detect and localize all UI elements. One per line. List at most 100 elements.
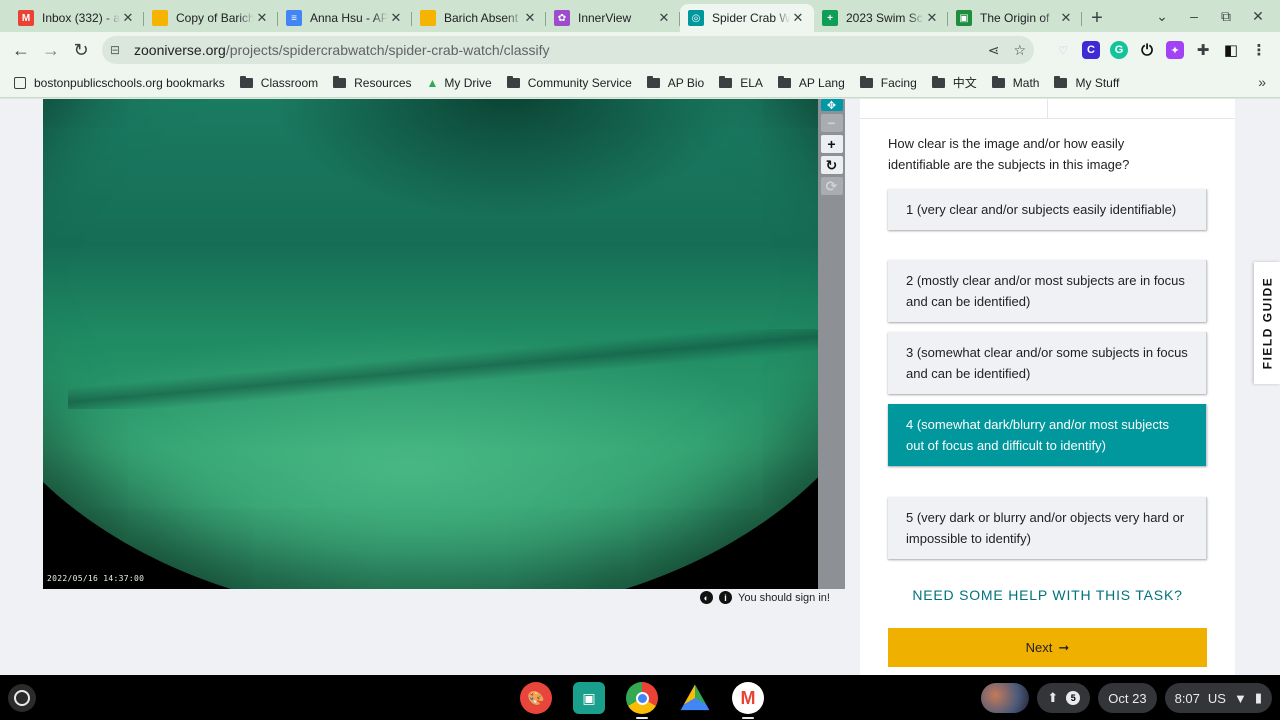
close-tab-icon[interactable]: ✕ [924, 10, 940, 26]
bookmark-item[interactable]: Classroom [239, 75, 318, 90]
help-link[interactable]: NEED SOME HELP WITH THIS TASK? [888, 587, 1207, 603]
contrast-icon[interactable]: ◐ [700, 591, 713, 604]
back-icon[interactable]: ← [6, 35, 36, 65]
browser-tab[interactable]: Barich Absent ✕ [412, 4, 546, 32]
sheets-icon: + [822, 10, 838, 26]
field-guide-tab[interactable]: FIELD GUIDE [1254, 262, 1280, 384]
bookmark-item[interactable]: Facing [859, 75, 917, 90]
folder-icon [991, 75, 1005, 88]
info-icon[interactable]: i [719, 591, 732, 604]
zooniverse-icon: ◎ [688, 10, 704, 26]
reload-icon[interactable]: ↻ [66, 35, 96, 65]
wifi-icon: ▼ [1233, 690, 1247, 706]
bookmark-item[interactable]: 中文 [931, 74, 977, 91]
browser-tab[interactable]: ◎ Spider Crab W ✕ [680, 4, 814, 32]
bookmark-item[interactable]: AP Lang [777, 75, 845, 90]
bookmark-label: AP Bio [667, 75, 705, 90]
answer-option[interactable]: 3 (somewhat clear and/or some subjects i… [888, 332, 1207, 394]
grammarly-icon[interactable]: G [1110, 41, 1128, 59]
chromeos-shelf: 🎨 ▣ M ⬆ 5 Oct 23 8:07 US ▼ ▮ [0, 675, 1280, 720]
close-tab-icon[interactable]: ✕ [1058, 10, 1074, 26]
address-bar[interactable]: ⊟ zooniverse.org/projects/spidercrabwatc… [102, 36, 1034, 64]
date-pill[interactable]: Oct 23 [1098, 683, 1157, 713]
side-panel-icon[interactable]: ◧ [1222, 41, 1240, 59]
browser-tab[interactable]: +2023 Swim Sc ✕ [814, 4, 948, 32]
bookmark-item[interactable]: My Stuff [1054, 75, 1119, 90]
url-path: /projects/spidercrabwatch/spider-crab-wa… [225, 42, 550, 58]
power-icon[interactable]: ⏻ [1138, 41, 1156, 59]
underwater-photo[interactable]: 2022/05/16 14:37:00 [43, 99, 818, 589]
time-text: 8:07 [1174, 690, 1200, 706]
close-tab-icon[interactable]: ✕ [790, 10, 806, 26]
tab-title: Copy of Barich [176, 11, 254, 25]
folder-icon [777, 75, 791, 88]
bookmark-item[interactable]: Community Service [506, 75, 632, 90]
bookmark-item[interactable]: Resources [333, 75, 412, 90]
browser-tab[interactable]: Copy of Barich ✕ [144, 4, 278, 32]
puzzle-extension-icon[interactable]: ✦ [1166, 41, 1184, 59]
tab-search-icon[interactable]: ⌄ [1148, 8, 1176, 25]
more-bookmarks-icon[interactable]: » [1258, 74, 1266, 90]
browser-tab[interactable]: ✿ InnerView ✕ [546, 4, 680, 32]
minimize-icon[interactable]: – [1180, 8, 1208, 24]
task-panel: How clear is the image and/or how easily… [860, 99, 1235, 675]
close-window-icon[interactable]: ✕ [1244, 8, 1272, 25]
zoom-in-icon[interactable]: + [820, 135, 843, 153]
restore-icon[interactable]: ⧉ [1212, 8, 1240, 25]
field-guide-label: FIELD GUIDE [1260, 276, 1275, 370]
answer-option[interactable]: 2 (mostly clear and/or most subjects are… [888, 260, 1207, 322]
close-tab-icon[interactable]: ✕ [388, 10, 404, 26]
browser-tab[interactable]: ≡ Anna Hsu - AP ✕ [278, 4, 412, 32]
folder-icon [506, 75, 520, 88]
bookmark-item[interactable]: ELA [719, 75, 763, 90]
classroom-app-icon[interactable]: ▣ [573, 682, 605, 714]
answer-option[interactable]: 4 (somewhat dark/blurry and/or most subj… [888, 404, 1207, 466]
canvas-app-icon[interactable]: 🎨 [520, 682, 552, 714]
sign-in-notice: You should sign in! [738, 591, 830, 604]
next-button[interactable]: Next ➞ [888, 628, 1207, 667]
image-toolbar: ✥ − + ↻ ⟳ [818, 99, 845, 589]
bookmark-label: My Drive [444, 75, 492, 90]
notification-pill[interactable]: ⬆ 5 [1037, 683, 1091, 713]
heart-extension-icon[interactable]: ♡ [1054, 41, 1072, 59]
browser-tab[interactable]: ▣ The Origin of ✕ [948, 4, 1082, 32]
bookmark-item[interactable]: bostonpublicschools.org bookmarks [14, 76, 225, 90]
seafloor-ridge [68, 329, 818, 409]
c-extension-icon[interactable]: C [1082, 41, 1100, 59]
close-tab-icon[interactable]: ✕ [254, 10, 270, 26]
user-avatar[interactable] [981, 683, 1030, 713]
bookmark-label: Resources [354, 75, 412, 90]
close-tab-icon[interactable]: ✕ [522, 10, 538, 26]
new-tab-button[interactable]: + [1082, 4, 1112, 32]
forward-icon[interactable]: → [36, 35, 66, 65]
bookmark-star-icon[interactable]: ☆ [1013, 42, 1026, 59]
close-tab-icon[interactable]: ✕ [120, 10, 136, 26]
bookmarks-bar: bostonpublicschools.org bookmarks Classro… [0, 68, 1280, 98]
photo-timestamp: 2022/05/16 14:37:00 [47, 574, 145, 583]
close-tab-icon[interactable]: ✕ [656, 10, 672, 26]
upload-icon: ⬆ [1047, 690, 1059, 705]
gmail-app-icon[interactable]: M [732, 682, 764, 719]
zoom-out-icon[interactable]: − [820, 114, 843, 132]
launcher-icon[interactable] [8, 684, 36, 712]
browser-tab[interactable]: M Inbox (332) - a ✕ [10, 4, 144, 32]
extensions-icon[interactable]: ✚ [1194, 41, 1212, 59]
bookmark-label: AP Lang [798, 75, 845, 90]
answer-option[interactable]: 1 (very clear and/or subjects easily ide… [888, 189, 1207, 230]
camera-lens-view [43, 99, 818, 589]
rotate-icon[interactable]: ↻ [820, 156, 843, 174]
menu-icon[interactable]: ⋮ [1250, 41, 1268, 59]
share-icon[interactable]: ⋖ [988, 42, 1000, 59]
move-icon[interactable]: ✥ [820, 99, 843, 112]
site-info-icon[interactable]: ⊟ [110, 43, 126, 57]
bookmark-item[interactable]: AP Bio [646, 75, 705, 90]
status-area[interactable]: 8:07 US ▼ ▮ [1164, 683, 1272, 713]
reset-icon[interactable]: ⟳ [820, 177, 843, 195]
subject-footer: ◐ i You should sign in! [700, 591, 830, 604]
bookmark-label: ELA [740, 75, 763, 90]
bookmark-item[interactable]: Math [991, 75, 1039, 90]
drive-app-icon[interactable] [680, 684, 710, 711]
chrome-app-icon[interactable] [626, 682, 658, 719]
bookmark-item[interactable]: ▲ My Drive [427, 76, 492, 90]
answer-option[interactable]: 5 (very dark or blurry and/or objects ve… [888, 497, 1207, 559]
